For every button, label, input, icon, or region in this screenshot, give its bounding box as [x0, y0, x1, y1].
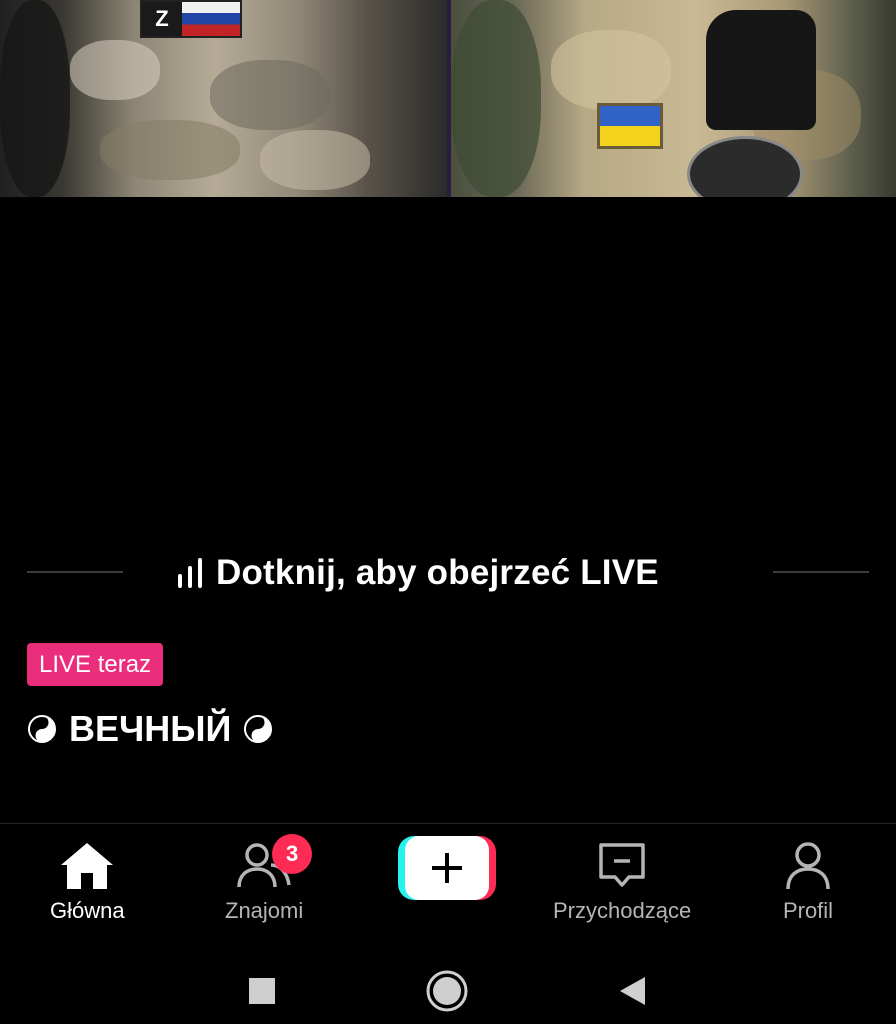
yin-yang-icon: [28, 715, 56, 743]
tap-to-watch-label: Dotknij, aby obejrzeć LIVE: [216, 553, 659, 592]
video-pane-left: Z: [0, 0, 447, 197]
circle-icon: [426, 970, 468, 1012]
flag-patch: Z: [140, 0, 242, 38]
friends-icon: 3: [234, 834, 313, 894]
nav-home[interactable]: Główna: [50, 838, 125, 924]
recents-button[interactable]: [240, 969, 284, 1013]
tap-to-watch-button[interactable]: Dotknij, aby obejrzeć LIVE: [178, 550, 659, 596]
create-button[interactable]: [398, 836, 496, 900]
nav-friends[interactable]: 3 Znajomi: [225, 834, 313, 924]
home-icon: [57, 838, 117, 894]
nav-profile[interactable]: Profil: [778, 838, 838, 924]
nav-inbox[interactable]: Przychodzące: [553, 838, 691, 924]
flag-patch: [597, 103, 663, 149]
nav-inbox-label: Przychodzące: [553, 898, 692, 923]
divider-line: [27, 571, 123, 573]
live-bars-icon: [178, 558, 202, 588]
streamer-name-text: ВЕЧНЫЙ: [69, 708, 232, 749]
nav-friends-label: Znajomi: [225, 898, 304, 923]
inbox-icon: [592, 838, 652, 894]
divider-line: [773, 571, 869, 573]
video-pane-right: [451, 0, 896, 197]
profile-icon: [778, 838, 838, 894]
live-video-preview[interactable]: Z: [0, 0, 896, 197]
streamer-name[interactable]: ВЕЧНЫЙ: [27, 708, 273, 750]
back-triangle-icon: [620, 977, 645, 1005]
plus-icon: [405, 836, 489, 900]
back-button[interactable]: [610, 969, 654, 1013]
system-navigation-bar: [0, 955, 896, 1024]
nav-profile-label: Profil: [782, 898, 834, 923]
strap-shape: [706, 10, 816, 130]
home-button[interactable]: [425, 969, 469, 1013]
friends-badge: 3: [272, 834, 313, 874]
patch-letter: Z: [142, 2, 182, 36]
yin-yang-icon: [244, 715, 273, 743]
square-icon: [249, 978, 275, 1004]
nav-home-label: Główna: [50, 898, 125, 923]
live-now-badge: LIVE teraz: [27, 643, 164, 686]
